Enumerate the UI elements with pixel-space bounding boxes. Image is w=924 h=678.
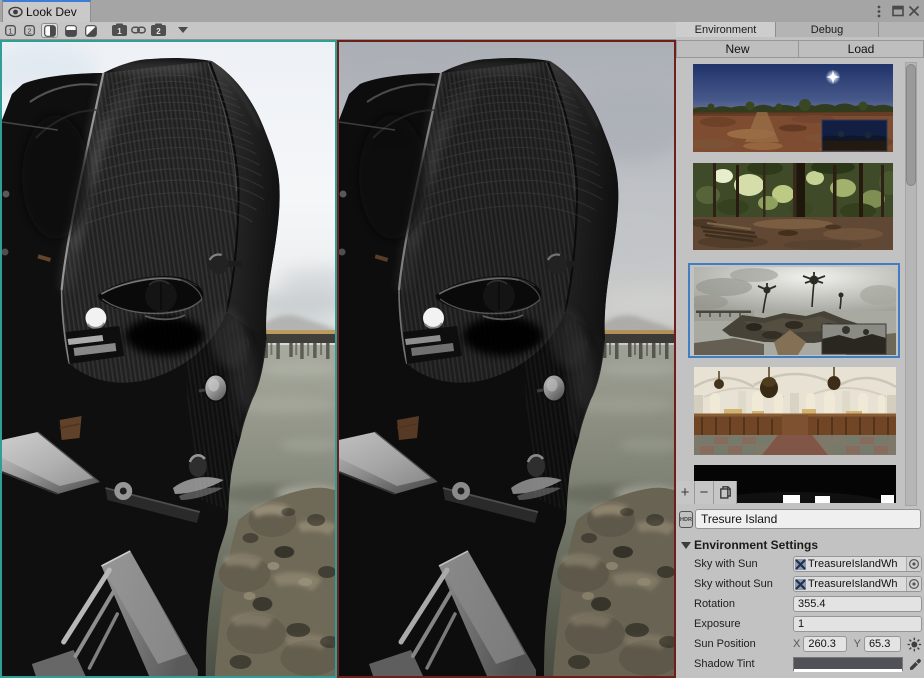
- svg-text:2: 2: [27, 26, 31, 35]
- svg-text:1: 1: [117, 27, 122, 36]
- svg-text:2: 2: [156, 27, 161, 36]
- svg-text:1: 1: [8, 26, 12, 35]
